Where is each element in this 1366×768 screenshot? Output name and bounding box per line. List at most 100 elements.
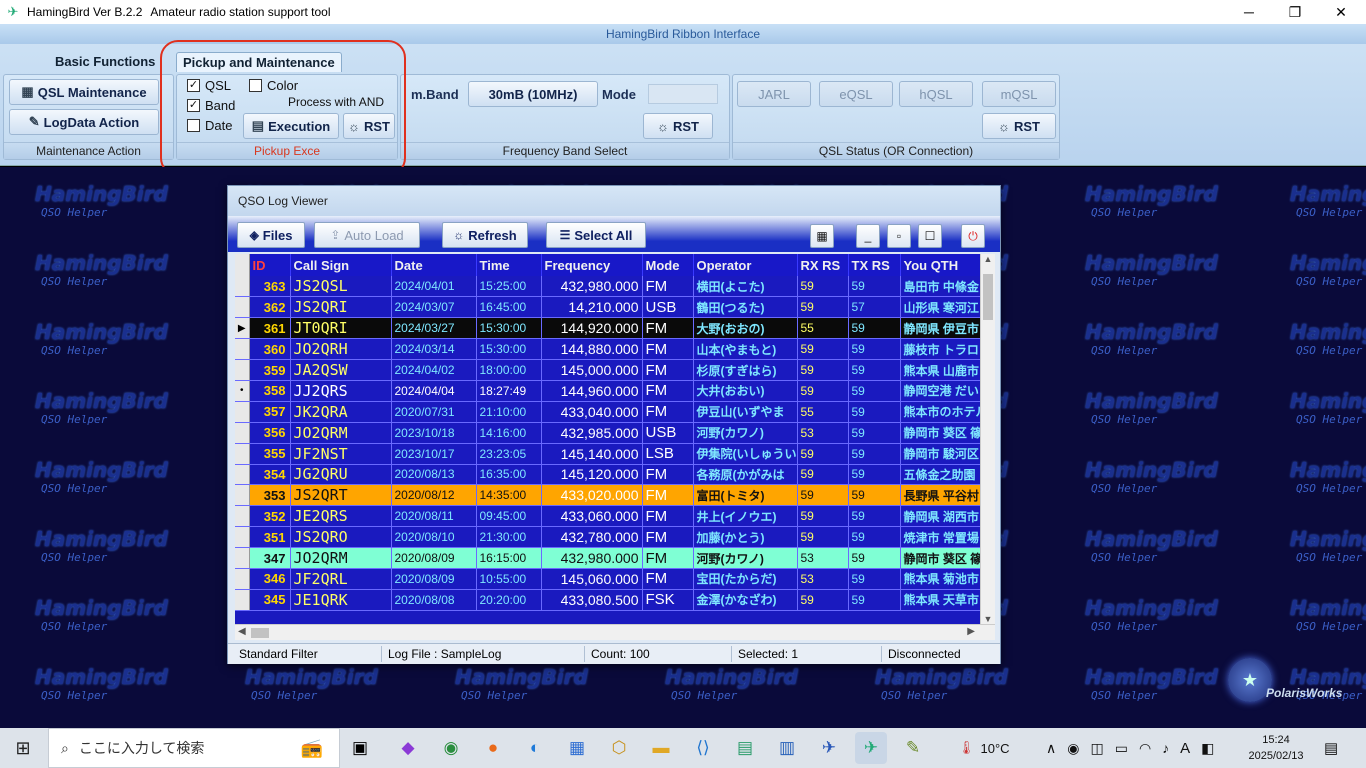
volume-icon[interactable]: ♪ xyxy=(1162,740,1169,756)
date-checkbox[interactable]: Date xyxy=(187,118,232,133)
table-row[interactable]: ▶ 361 JT0QRI 2024/03/27 15:30:00 144,920.000 F… xyxy=(235,317,989,340)
column-rx-rs[interactable]: RX RS xyxy=(797,254,849,276)
band-rst-button[interactable]: ☼ RST xyxy=(643,113,713,139)
column-mode[interactable]: Mode xyxy=(642,254,694,276)
qsl-checkbox[interactable]: ✓ QSL xyxy=(187,78,231,93)
table-row[interactable]: 356 JO2QRM 2023/10/18 14:16:00 432,985.000 US… xyxy=(235,422,989,444)
minimize-button[interactable]: ─ xyxy=(1226,0,1272,24)
chevron-up-icon[interactable]: ∧ xyxy=(1046,740,1056,757)
table-row[interactable]: 345 JE1QRK 2020/08/08 20:20:00 433,080.500 FS… xyxy=(235,589,989,611)
column-id[interactable]: ID xyxy=(249,254,291,276)
task-view-icon[interactable]: ▣ xyxy=(344,732,376,764)
select-all-button[interactable]: ☰ Select All xyxy=(546,222,646,248)
windows-start-icon[interactable]: ⊞ xyxy=(0,728,46,768)
auto-load-button[interactable]: ⇪ Auto Load xyxy=(314,222,420,248)
cell-call-sign: JA2QSW xyxy=(290,359,392,381)
taskbar-clock[interactable]: 15:24 2025/02/13 xyxy=(1246,732,1306,764)
table-row[interactable]: 346 JF2QRL 2020/08/09 10:55:00 145,060.000 FM… xyxy=(235,568,989,590)
vpn-icon[interactable]: ⬡ xyxy=(603,732,635,764)
ime-indicator[interactable]: A xyxy=(1180,740,1190,757)
hqsl-button[interactable]: hQSL xyxy=(899,81,973,107)
band-select-button[interactable]: 30mB (10MHz) xyxy=(468,81,598,107)
app-store-icon[interactable]: ▦ xyxy=(561,732,593,764)
data-app-icon[interactable]: ▥ xyxy=(771,732,803,764)
table-row[interactable]: 360 JO2QRH 2024/03/14 15:30:00 144,880.000 FM… xyxy=(235,338,989,361)
qsl-rst-button[interactable]: ☼ RST xyxy=(982,113,1056,139)
vertical-scrollbar[interactable]: ▲ ▼ xyxy=(980,254,995,624)
auto-load-label: Auto Load xyxy=(344,227,404,243)
table-row[interactable]: • 358 JJ2QRS 2024/04/04 18:27:49 144,960.000 F… xyxy=(235,380,989,402)
pickup-rst-button[interactable]: ☼ RST xyxy=(343,113,395,139)
table-row[interactable]: 347 JO2QRM 2020/08/09 16:15:00 432,980.000 FM… xyxy=(235,547,989,569)
vertical-scroll-thumb[interactable] xyxy=(983,274,993,320)
table-row[interactable]: 362 JS2QRI 2024/03/07 16:45:00 14,210.000 USB… xyxy=(235,296,989,319)
eqsl-button[interactable]: eQSL xyxy=(819,81,893,107)
column-time[interactable]: Time xyxy=(476,254,542,276)
table-row[interactable]: 355 JF2NST 2023/10/17 23:23:05 145,140.000 LS… xyxy=(235,443,989,465)
bird-app-icon[interactable]: ✈ xyxy=(813,732,845,764)
table-row[interactable]: 363 JS2QSL 2024/04/01 15:25:00 432,980.000 FM… xyxy=(235,276,989,298)
band-checkbox[interactable]: ✓ Band xyxy=(187,98,235,113)
scroll-up-icon[interactable]: ▲ xyxy=(981,254,995,264)
band-check-label: Band xyxy=(205,98,236,113)
watermark-tagline: QSO Helper xyxy=(1091,206,1158,219)
copilot-icon[interactable]: ◆ xyxy=(392,732,424,764)
notification-icon[interactable]: ▤ xyxy=(1324,728,1338,768)
column-frequency[interactable]: Frequency xyxy=(541,254,643,276)
scroll-right-icon[interactable]: ▶ xyxy=(967,626,975,637)
files-button[interactable]: ◈ Files xyxy=(237,222,305,248)
calculator-icon[interactable]: ▦ xyxy=(810,224,834,248)
file-explorer-icon[interactable]: ▬ xyxy=(645,732,677,764)
table-row[interactable]: 357 JK2QRA 2020/07/31 21:10:00 433,040.000 FM… xyxy=(235,401,989,423)
firefox-icon[interactable]: ● xyxy=(477,732,509,764)
watermark-brand: HamingBird xyxy=(245,665,378,689)
refresh-button[interactable]: ☼ Refresh xyxy=(442,222,528,248)
close-button[interactable]: ✕ xyxy=(1318,0,1364,24)
column-date[interactable]: Date xyxy=(391,254,477,276)
maximize-icon[interactable]: ☐ xyxy=(918,224,942,248)
wifi-icon[interactable]: ◠ xyxy=(1139,740,1151,757)
row-selector xyxy=(235,443,250,465)
column-call-sign[interactable]: Call Sign xyxy=(290,254,392,276)
cell-rx-rs: 59 xyxy=(797,526,849,549)
restore-button[interactable]: ❐ xyxy=(1272,0,1318,24)
color-checkbox[interactable]: Color xyxy=(249,78,298,93)
table-row[interactable]: 359 JA2QSW 2024/04/02 18:00:00 145,000.000 FM… xyxy=(235,359,989,381)
chrome-icon[interactable]: ◉ xyxy=(435,732,467,764)
table-row[interactable]: 354 JG2QRU 2020/08/13 16:35:00 145,120.000 FM… xyxy=(235,464,989,486)
column-you-qth[interactable]: You QTH xyxy=(900,254,989,276)
battery-icon[interactable]: ▭ xyxy=(1115,740,1128,757)
restore-icon[interactable]: ▫ xyxy=(887,224,911,248)
horizontal-scrollbar[interactable]: ◀ ▶ xyxy=(235,624,995,640)
power-icon[interactable]: ⏻ xyxy=(961,224,985,248)
scroll-down-icon[interactable]: ▼ xyxy=(981,614,995,624)
tab-basic-functions[interactable]: Basic Functions xyxy=(49,52,161,72)
log-grid[interactable]: ID Call Sign Date Time Frequency Mode Op… xyxy=(235,254,995,624)
vscode-icon[interactable]: ⟨⟩ xyxy=(687,732,719,764)
qsl-maintenance-button[interactable]: ▦ QSL Maintenance xyxy=(9,79,159,105)
table-row[interactable]: 351 JS2QRO 2020/08/10 21:30:00 432,780.000 FM… xyxy=(235,526,989,549)
sheet-app-icon[interactable]: ▤ xyxy=(729,732,761,764)
execution-button[interactable]: ▤ Execution xyxy=(243,113,339,139)
paint-icon[interactable]: ✎ xyxy=(897,732,929,764)
taskbar-search[interactable]: ⌕ ここに入力して検索 📻 xyxy=(48,728,340,768)
record-icon[interactable]: ◉ xyxy=(1067,740,1079,757)
scroll-left-icon[interactable]: ◀ xyxy=(238,626,246,637)
logdata-action-button[interactable]: ✎ LogData Action xyxy=(9,109,159,135)
column-tx-rs[interactable]: TX RS xyxy=(848,254,901,276)
weather-widget[interactable]: 🌡 10°C xyxy=(958,728,1010,768)
mqsl-button[interactable]: mQSL xyxy=(982,81,1056,107)
table-row[interactable]: 352 JE2QRS 2020/08/11 09:45:00 433,060.000 FM… xyxy=(235,505,989,528)
column-operator[interactable]: Operator xyxy=(693,254,798,276)
table-row[interactable]: 353 JS2QRT 2020/08/12 14:35:00 433,020.000 FM… xyxy=(235,484,989,507)
horizontal-scroll-thumb[interactable] xyxy=(251,628,269,638)
mode-field[interactable] xyxy=(648,84,718,104)
ime-mode-icon[interactable]: ◧ xyxy=(1201,740,1214,757)
camera-icon[interactable]: ◫ xyxy=(1090,740,1103,757)
tab-pickup-and-maintenance[interactable]: Pickup and Maintenance xyxy=(176,52,342,72)
hamingbird-taskbar-icon[interactable]: ✈ xyxy=(855,732,887,764)
status-log-file: Log File : SampleLog xyxy=(388,647,502,661)
minimize-icon[interactable]: _ xyxy=(856,224,880,248)
jarl-button[interactable]: JARL xyxy=(737,81,811,107)
edge-icon[interactable]: ◐ xyxy=(519,732,551,764)
